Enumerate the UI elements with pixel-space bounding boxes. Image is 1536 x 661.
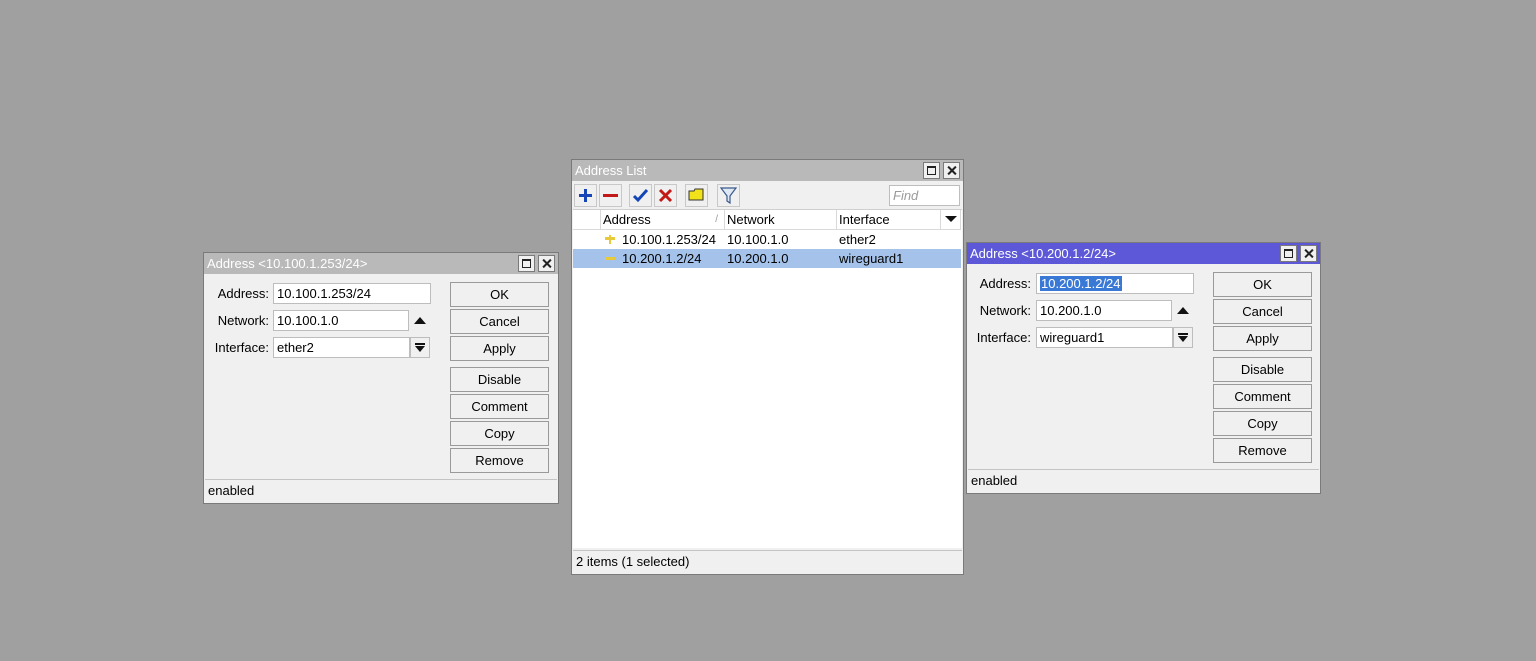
chevron-down-icon bbox=[945, 216, 957, 222]
remove-button[interactable] bbox=[599, 184, 622, 207]
window-title: Address <10.100.1.253/24> bbox=[207, 256, 368, 271]
maximize-icon[interactable] bbox=[518, 255, 535, 272]
add-button[interactable] bbox=[574, 184, 597, 207]
interface-select[interactable]: wireguard1 bbox=[1036, 327, 1173, 348]
comment-button[interactable]: Comment bbox=[450, 394, 549, 419]
disable-button[interactable] bbox=[654, 184, 677, 207]
ok-button[interactable]: OK bbox=[1213, 272, 1312, 297]
close-icon[interactable] bbox=[538, 255, 555, 272]
address-dialog-left: Address <10.100.1.253/24> Address: 10.10… bbox=[203, 252, 559, 504]
status-bar: enabled bbox=[968, 469, 1319, 492]
remove-button[interactable]: Remove bbox=[1213, 438, 1312, 463]
column-header-network[interactable]: Network bbox=[725, 210, 837, 230]
window-title-bar[interactable]: Address <10.100.1.253/24> bbox=[204, 253, 558, 274]
column-header-interface[interactable]: Interface bbox=[837, 210, 941, 230]
cell-network: 10.200.1.0 bbox=[727, 251, 789, 266]
interface-dropdown-icon[interactable] bbox=[1173, 327, 1193, 348]
close-icon[interactable] bbox=[1300, 245, 1317, 262]
column-header-flag[interactable] bbox=[573, 210, 601, 230]
address-field[interactable]: 10.200.1.2/24 bbox=[1036, 273, 1194, 294]
column-header-network-label: Network bbox=[727, 212, 775, 227]
interface-select[interactable]: ether2 bbox=[273, 337, 410, 358]
comment-button[interactable] bbox=[685, 184, 708, 207]
window-title-bar[interactable]: Address <10.200.1.2/24> bbox=[967, 243, 1320, 264]
close-icon[interactable] bbox=[943, 162, 960, 179]
column-menu-button[interactable] bbox=[941, 210, 961, 230]
filter-icon bbox=[719, 187, 738, 205]
maximize-icon[interactable] bbox=[923, 162, 940, 179]
network-field[interactable]: 10.100.1.0 bbox=[273, 310, 409, 331]
address-label: Address: bbox=[217, 286, 269, 301]
cell-address: 10.200.1.2/24 bbox=[622, 251, 702, 266]
network-expand-icon[interactable] bbox=[414, 317, 426, 324]
find-input[interactable]: Find bbox=[889, 185, 960, 206]
address-field-selected-text: 10.200.1.2/24 bbox=[1040, 276, 1122, 291]
table-row[interactable]: 10.200.1.2/24 10.200.1.0 wireguard1 bbox=[573, 249, 961, 268]
address-table: Address / Network Interface 10.100.1.253… bbox=[573, 209, 962, 548]
network-field[interactable]: 10.200.1.0 bbox=[1036, 300, 1172, 321]
network-expand-icon[interactable] bbox=[1177, 307, 1189, 314]
copy-button[interactable]: Copy bbox=[1213, 411, 1312, 436]
interface-label: Interface: bbox=[976, 330, 1031, 345]
enable-button[interactable] bbox=[629, 184, 652, 207]
interface-dropdown-icon[interactable] bbox=[410, 337, 430, 358]
address-dialog-right: Address <10.200.1.2/24> Address: 10.200.… bbox=[966, 242, 1321, 494]
cell-network: 10.100.1.0 bbox=[727, 232, 789, 247]
column-header-address-label: Address bbox=[603, 212, 651, 227]
network-label: Network: bbox=[979, 303, 1031, 318]
status-bar: 2 items (1 selected) bbox=[573, 550, 962, 573]
filter-button[interactable] bbox=[717, 184, 740, 207]
address-icon bbox=[605, 257, 615, 260]
cancel-button[interactable]: Cancel bbox=[450, 309, 549, 334]
address-icon bbox=[605, 235, 615, 244]
cell-address: 10.100.1.253/24 bbox=[622, 232, 716, 247]
disable-button[interactable]: Disable bbox=[450, 367, 549, 392]
column-header-address[interactable]: Address / bbox=[601, 210, 725, 230]
address-label: Address: bbox=[979, 276, 1031, 291]
sort-indicator-icon: / bbox=[715, 214, 718, 225]
table-row[interactable]: 10.100.1.253/24 10.100.1.0 ether2 bbox=[573, 230, 961, 249]
add-icon bbox=[579, 189, 592, 202]
address-field[interactable]: 10.100.1.253/24 bbox=[273, 283, 431, 304]
status-bar: enabled bbox=[205, 479, 557, 502]
remove-button[interactable]: Remove bbox=[450, 448, 549, 473]
cancel-button[interactable]: Cancel bbox=[1213, 299, 1312, 324]
remove-icon bbox=[603, 194, 618, 197]
interface-label: Interface: bbox=[214, 340, 269, 355]
disable-icon bbox=[658, 188, 673, 203]
window-title: Address List bbox=[575, 163, 647, 178]
disable-button[interactable]: Disable bbox=[1213, 357, 1312, 382]
apply-button[interactable]: Apply bbox=[1213, 326, 1312, 351]
window-title-bar[interactable]: Address List bbox=[572, 160, 963, 181]
address-list-window: Address List Find Address / Network Inte… bbox=[571, 159, 964, 575]
ok-button[interactable]: OK bbox=[450, 282, 549, 307]
cell-interface: wireguard1 bbox=[839, 251, 904, 266]
enable-icon bbox=[632, 188, 649, 203]
window-title: Address <10.200.1.2/24> bbox=[970, 246, 1117, 261]
column-header-interface-label: Interface bbox=[839, 212, 890, 227]
comment-icon bbox=[688, 188, 704, 201]
apply-button[interactable]: Apply bbox=[450, 336, 549, 361]
comment-button[interactable]: Comment bbox=[1213, 384, 1312, 409]
network-label: Network: bbox=[217, 313, 269, 328]
copy-button[interactable]: Copy bbox=[450, 421, 549, 446]
maximize-icon[interactable] bbox=[1280, 245, 1297, 262]
cell-interface: ether2 bbox=[839, 232, 876, 247]
